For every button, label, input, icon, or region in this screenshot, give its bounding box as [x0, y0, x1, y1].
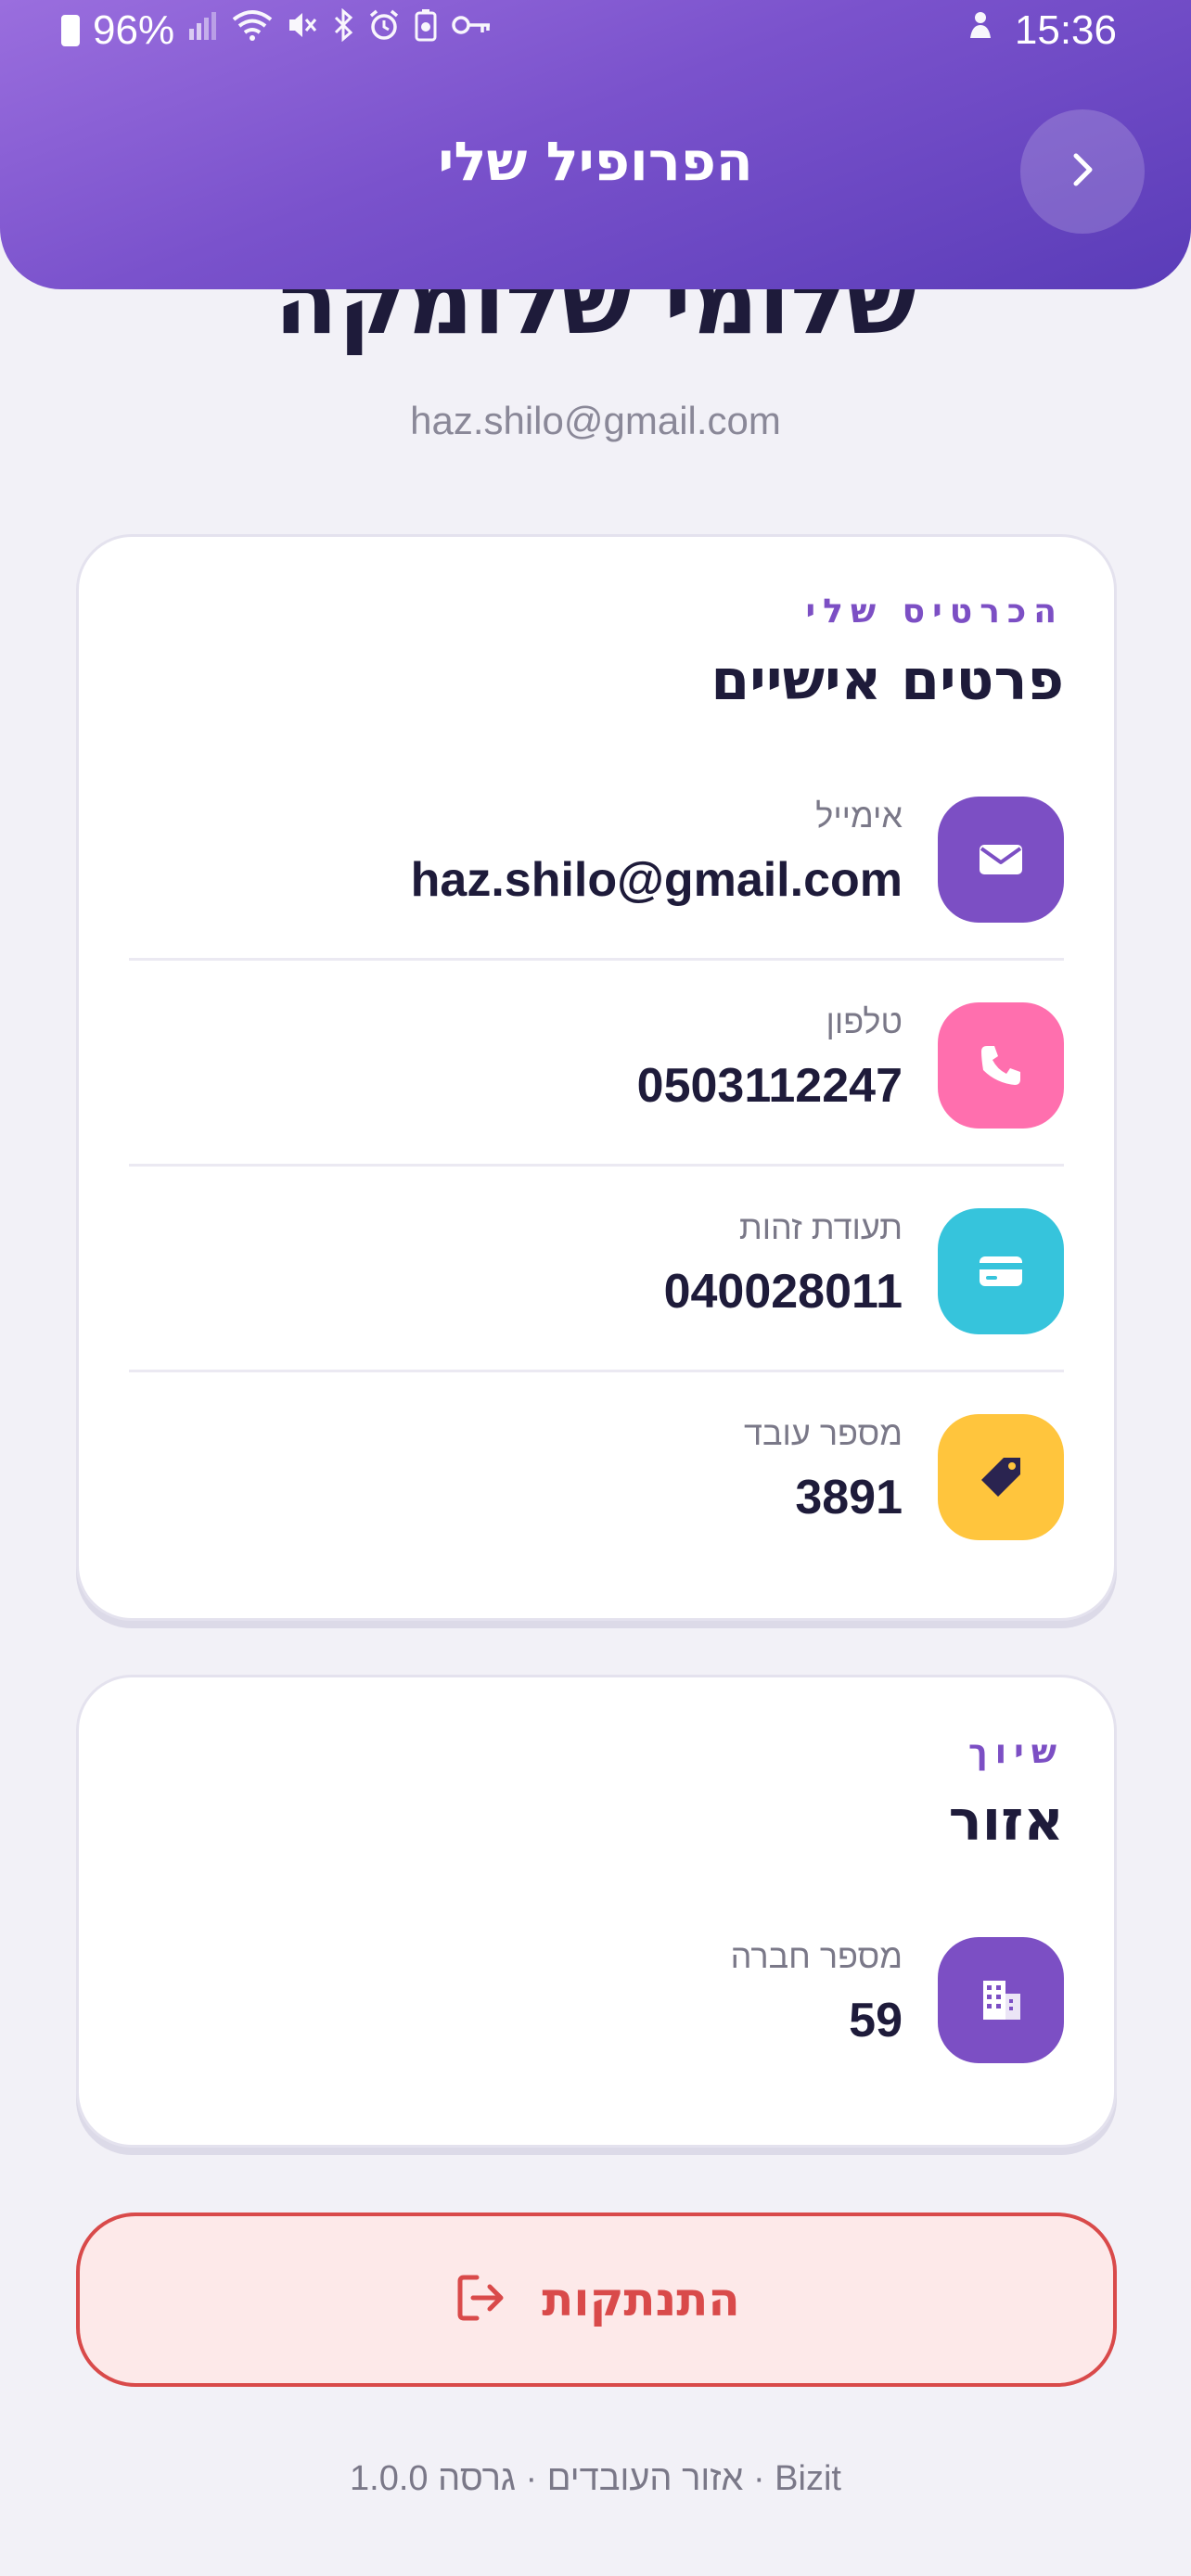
card-title: אזור — [948, 1789, 1064, 1854]
chevron-right-icon — [1059, 147, 1106, 197]
logout-button[interactable]: התנתקות — [76, 2213, 1117, 2387]
signal-icon — [187, 7, 219, 54]
employee-number-row: מספר עובד 3891 — [127, 1414, 1064, 1618]
row-value: 0503112247 — [636, 1059, 903, 1113]
id-card-icon — [938, 1208, 1064, 1334]
divider — [129, 958, 1064, 961]
logout-label: התנתקות — [542, 2273, 740, 2327]
row-label: מספר חברה — [730, 1937, 903, 1975]
battery-icon — [61, 15, 80, 46]
affiliation-card: שיוך אזור מספר חברה 59 — [76, 1675, 1117, 2148]
row-value: haz.shilo@gmail.com — [410, 853, 903, 907]
company-number-row: מספר חברה 59 — [127, 1937, 1064, 2141]
phone-icon — [938, 1002, 1064, 1129]
wifi-icon — [232, 7, 273, 54]
card-title: פרטים אישיים — [711, 648, 1064, 713]
divider — [129, 1370, 1064, 1372]
row-value: 040028011 — [663, 1265, 903, 1319]
user-email: haz.shilo@gmail.com — [410, 399, 781, 442]
version-footer: אזור העובדים · גרסה 1.0.0 · Bizit — [350, 2459, 841, 2498]
row-value: 59 — [849, 1994, 903, 2047]
building-icon — [938, 1937, 1064, 2063]
status-bar: 96% 15:36 — [0, 0, 1191, 65]
row-value: 3891 — [795, 1471, 903, 1524]
battery-level: 96% — [93, 7, 175, 53]
card-eyebrow: הכרטיס שלי — [805, 593, 1064, 631]
row-label: תעודת זהות — [738, 1208, 903, 1246]
back-button[interactable] — [1020, 109, 1145, 234]
email-row: אימייל haz.shilo@gmail.com — [127, 797, 1064, 1001]
app-header: 96% 15:36 הפרופיל שלי — [0, 0, 1191, 289]
mail-icon — [938, 797, 1064, 923]
vpn-key-icon — [451, 7, 493, 54]
id-number-row: תעודת זהות 040028011 — [127, 1208, 1064, 1412]
logout-icon — [453, 2270, 508, 2329]
notification-icon — [967, 7, 994, 54]
personal-details-card: הכרטיס שלי פרטים אישיים אימייל haz.shilo… — [76, 534, 1117, 1621]
divider — [129, 1164, 1064, 1167]
row-label: אימייל — [815, 797, 903, 835]
battery-saver-icon — [414, 7, 438, 54]
clock: 15:36 — [1014, 7, 1117, 53]
card-eyebrow: שיוך — [967, 1733, 1064, 1771]
page-title: הפרופיל שלי — [438, 130, 753, 193]
mute-icon — [286, 7, 319, 54]
phone-row: טלפון 0503112247 — [127, 1002, 1064, 1206]
bluetooth-icon — [332, 7, 354, 54]
tag-icon — [938, 1414, 1064, 1540]
row-label: טלפון — [826, 1002, 903, 1040]
alarm-icon — [367, 7, 401, 54]
row-label: מספר עובד — [744, 1414, 903, 1452]
